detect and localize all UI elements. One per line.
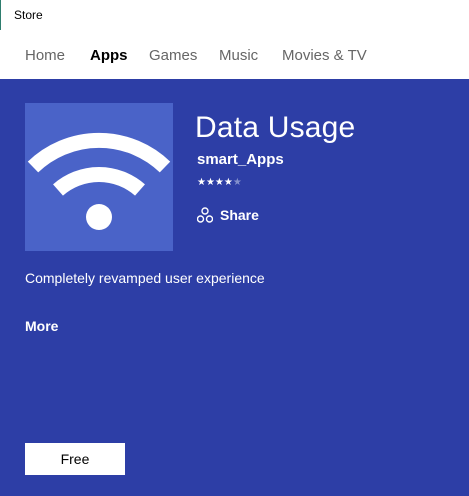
- rating-filled-stars: ★★★★: [197, 177, 233, 188]
- publisher-link[interactable]: smart_Apps: [197, 151, 284, 168]
- share-label: Share: [220, 207, 259, 223]
- star-rating: ★★★★★: [197, 177, 242, 188]
- window-titlebar: Store: [0, 0, 469, 30]
- more-link[interactable]: More: [25, 318, 58, 334]
- wifi-icon: [27, 132, 171, 230]
- app-description: Completely revamped user experience: [25, 270, 265, 286]
- app-tile: [25, 103, 173, 251]
- tab-music[interactable]: Music: [219, 47, 258, 64]
- tab-movies-tv[interactable]: Movies & TV: [282, 47, 367, 64]
- share-button[interactable]: Share: [197, 205, 259, 225]
- tab-games[interactable]: Games: [149, 47, 197, 64]
- free-button[interactable]: Free: [25, 443, 125, 475]
- window-title: Store: [14, 8, 43, 22]
- rating-empty-stars: ★: [232, 177, 242, 188]
- app-detail-hero: Data Usage smart_Apps ★★★★★ Share Comple…: [0, 79, 469, 496]
- tab-home[interactable]: Home: [25, 47, 65, 64]
- top-nav: Home Apps Games Music Movies & TV: [0, 30, 469, 79]
- app-title: Data Usage: [195, 111, 356, 144]
- tab-apps[interactable]: Apps: [90, 47, 128, 64]
- share-icon: [197, 207, 213, 223]
